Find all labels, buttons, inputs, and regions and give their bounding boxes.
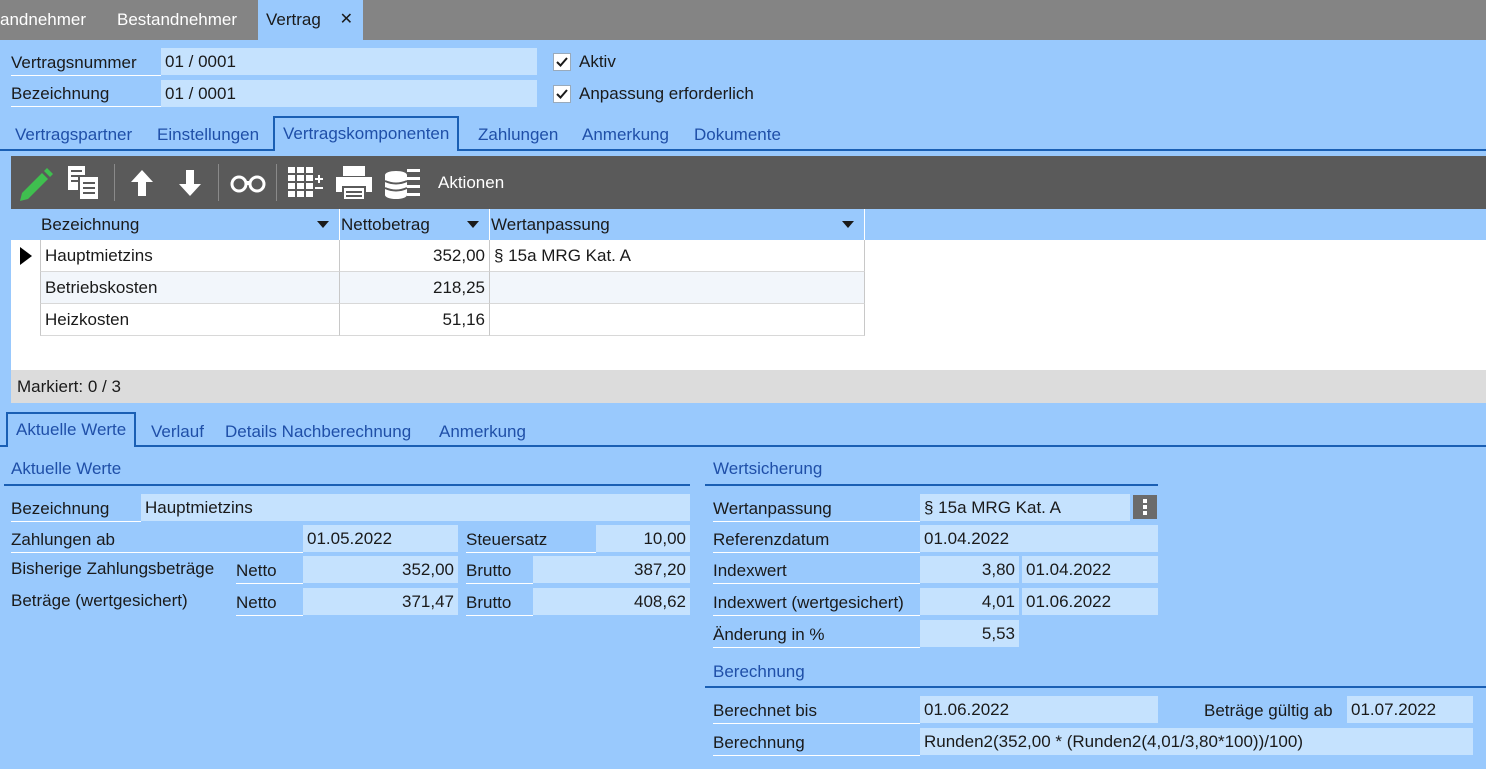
berechnet-bis-label: Berechnet bis xyxy=(713,698,920,724)
betraege-brutto-field[interactable]: 408,62 xyxy=(533,588,690,615)
edit-pencil-icon[interactable] xyxy=(16,163,56,203)
aw-bezeichnung-field[interactable]: Hauptmietzins xyxy=(141,494,690,521)
indexwert-ws-field[interactable]: 4,01 xyxy=(920,588,1019,615)
betraege-brutto-label: Brutto xyxy=(466,590,533,616)
filter-arrow-icon[interactable] xyxy=(467,221,479,228)
filter-arrow-icon[interactable] xyxy=(842,221,854,228)
toolbar-separator xyxy=(276,164,277,201)
betraege-netto-label: Netto xyxy=(236,590,303,616)
section-title-wertsicherung: Wertsicherung xyxy=(713,459,823,478)
copy-icon[interactable] xyxy=(64,163,104,203)
section-title-aktuelle-werte: Aktuelle Werte xyxy=(11,459,122,478)
berechnung-label: Berechnung xyxy=(713,730,920,756)
tab-zahlungen[interactable]: Zahlungen xyxy=(478,119,558,151)
tab-details-nachberechnung[interactable]: Details Nachberechnung xyxy=(225,416,411,448)
indexwert-label: Indexwert xyxy=(713,558,920,584)
tab-einstellungen[interactable]: Einstellungen xyxy=(157,119,259,151)
doc-tab-bestandnehmer-1[interactable]: andnehmer xyxy=(0,0,110,40)
cell-bezeichnung[interactable]: Heizkosten xyxy=(40,304,340,336)
gueltig-ab-field[interactable]: 01.07.2022 xyxy=(1347,696,1473,723)
cell-bezeichnung[interactable]: Betriebskosten xyxy=(40,272,340,304)
bisherige-brutto-field[interactable]: 387,20 xyxy=(533,556,690,583)
toolbar-separator xyxy=(218,164,219,201)
filter-arrow-icon[interactable] xyxy=(317,221,329,228)
grid-add-icon[interactable] xyxy=(286,163,324,201)
more-options-icon[interactable] xyxy=(1133,495,1157,519)
berechnung-field[interactable]: Runden2(352,00 * (Runden2(4,01/3,80*100)… xyxy=(920,728,1473,755)
checkmark-icon xyxy=(556,89,568,99)
move-down-icon[interactable] xyxy=(176,168,204,198)
bezeichnung-label: Bezeichnung xyxy=(11,81,161,107)
anpassung-label: Anpassung erforderlich xyxy=(579,84,754,103)
vertragsnummer-label: Vertragsnummer xyxy=(11,50,161,76)
close-icon[interactable]: ✕ xyxy=(340,0,353,40)
detail-tab-line xyxy=(0,445,1486,447)
betraege-label: Beträge (wertgesichert) xyxy=(11,591,188,610)
bisherige-netto-label: Netto xyxy=(236,558,303,584)
referenzdatum-label: Referenzdatum xyxy=(713,527,920,553)
column-header-wertanpassung[interactable]: Wertanpassung xyxy=(487,209,865,240)
tab-verlauf[interactable]: Verlauf xyxy=(151,416,204,448)
referenzdatum-field[interactable]: 01.04.2022 xyxy=(920,525,1158,552)
ws-wertanpassung-field[interactable]: § 15a MRG Kat. A xyxy=(920,494,1130,521)
cell-wertanpassung[interactable] xyxy=(490,304,865,336)
tab-vertragspartner[interactable]: Vertragspartner xyxy=(15,119,132,151)
database-transfer-icon[interactable] xyxy=(382,163,422,203)
vertragsnummer-field[interactable]: 01 / 0001 xyxy=(161,48,537,75)
tab-anmerkung[interactable]: Anmerkung xyxy=(582,119,669,151)
doc-tab-bestandnehmer-2[interactable]: Bestandnehmer xyxy=(117,0,252,40)
tab-aktuelle-werte[interactable]: Aktuelle Werte xyxy=(6,412,137,447)
bisherige-brutto-label: Brutto xyxy=(466,558,533,584)
column-header-bezeichnung[interactable]: Bezeichnung xyxy=(37,209,340,240)
aktiv-label: Aktiv xyxy=(579,52,616,71)
aw-bezeichnung-label: Bezeichnung xyxy=(11,496,141,522)
toolbar-separator xyxy=(114,164,115,201)
cell-wertanpassung[interactable] xyxy=(490,272,865,304)
checkmark-icon xyxy=(556,57,568,67)
bezeichnung-field[interactable]: 01 / 0001 xyxy=(161,80,537,107)
cell-nettobetrag[interactable]: 352,00 xyxy=(340,240,490,272)
zahlungen-ab-field[interactable]: 01.05.2022 xyxy=(303,525,458,552)
bisherige-label: Bisherige Zahlungsbeträge xyxy=(11,559,215,578)
betraege-netto-field[interactable]: 371,47 xyxy=(303,588,458,615)
cell-nettobetrag[interactable]: 51,16 xyxy=(340,304,490,336)
gueltig-ab-label: Beträge gültig ab xyxy=(1204,701,1333,720)
grid-status-bar: Markiert: 0 / 3 xyxy=(11,370,1486,403)
cell-bezeichnung[interactable]: Hauptmietzins xyxy=(40,240,340,272)
binoculars-icon[interactable] xyxy=(229,170,267,196)
tab-vertragskomponenten[interactable]: Vertragskomponenten xyxy=(273,116,460,151)
aktiv-checkbox[interactable] xyxy=(553,53,571,71)
anpassung-checkbox[interactable] xyxy=(553,85,571,103)
bisherige-netto-field[interactable]: 352,00 xyxy=(303,556,458,583)
section-divider xyxy=(705,484,1158,486)
steuersatz-label: Steuersatz xyxy=(466,527,596,553)
indexwert-ws-date-field[interactable]: 01.06.2022 xyxy=(1022,588,1158,615)
tab-dokumente[interactable]: Dokumente xyxy=(694,119,781,151)
actions-menu[interactable]: Aktionen xyxy=(438,156,504,209)
section-divider xyxy=(705,686,1486,688)
steuersatz-field[interactable]: 10,00 xyxy=(596,525,690,552)
indexwert-ws-label: Indexwert (wertgesichert) xyxy=(713,590,920,616)
print-icon[interactable] xyxy=(334,163,374,203)
move-up-icon[interactable] xyxy=(128,168,156,198)
current-row-indicator-icon xyxy=(20,247,32,265)
tab-detail-anmerkung[interactable]: Anmerkung xyxy=(439,416,526,448)
zahlungen-ab-label: Zahlungen ab xyxy=(11,527,303,553)
aenderung-label: Änderung in % xyxy=(713,622,920,648)
section-divider xyxy=(4,484,690,486)
column-header-nettobetrag[interactable]: Nettobetrag xyxy=(337,209,490,240)
berechnet-bis-field[interactable]: 01.06.2022 xyxy=(920,696,1158,723)
aenderung-field[interactable]: 5,53 xyxy=(920,620,1019,647)
section-title-berechnung: Berechnung xyxy=(713,662,805,681)
cell-nettobetrag[interactable]: 218,25 xyxy=(340,272,490,304)
ws-wertanpassung-label: Wertanpassung xyxy=(713,496,920,522)
indexwert-field[interactable]: 3,80 xyxy=(920,556,1019,583)
indexwert-date-field[interactable]: 01.04.2022 xyxy=(1022,556,1158,583)
doc-tab-vertrag[interactable]: Vertrag ✕ xyxy=(258,0,363,40)
cell-wertanpassung[interactable]: § 15a MRG Kat. A xyxy=(490,240,865,272)
